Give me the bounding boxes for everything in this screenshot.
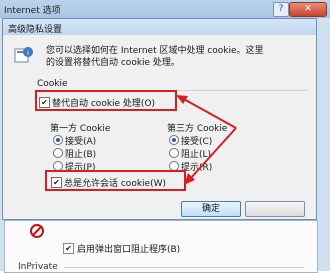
arrow-to-session bbox=[189, 127, 237, 180]
annotation-arrows bbox=[176, 95, 237, 185]
arrow-to-override bbox=[181, 97, 237, 129]
